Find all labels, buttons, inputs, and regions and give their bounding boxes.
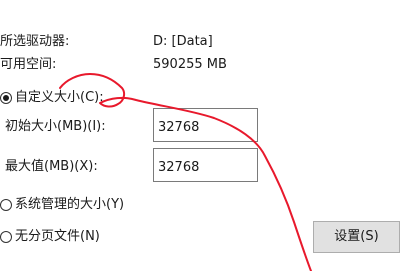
- no-paging-file-option[interactable]: 无分页文件(N): [0, 227, 100, 247]
- initial-size-label: 初始大小(MB)(I):: [5, 119, 106, 134]
- set-button[interactable]: 设置(S): [313, 221, 400, 253]
- custom-size-radio[interactable]: [0, 92, 12, 104]
- custom-size-option[interactable]: 自定义大小(C):: [0, 88, 104, 108]
- max-size-input[interactable]: [153, 148, 258, 182]
- no-paging-file-radio[interactable]: [0, 231, 12, 243]
- no-paging-file-label: 无分页文件(N): [15, 229, 100, 244]
- system-managed-radio[interactable]: [0, 199, 12, 211]
- system-managed-option[interactable]: 系统管理的大小(Y): [0, 195, 124, 215]
- system-managed-label: 系统管理的大小(Y): [15, 197, 125, 212]
- selected-drive-label: 所选驱动器:: [0, 34, 70, 49]
- custom-size-label: 自定义大小(C):: [15, 90, 104, 105]
- initial-size-input[interactable]: [153, 108, 258, 142]
- free-space-value: 590255 MB: [153, 57, 227, 72]
- selected-drive-value: D: [Data]: [153, 34, 213, 49]
- max-size-label: 最大值(MB)(X):: [5, 159, 98, 174]
- free-space-label: 可用空间:: [0, 57, 57, 72]
